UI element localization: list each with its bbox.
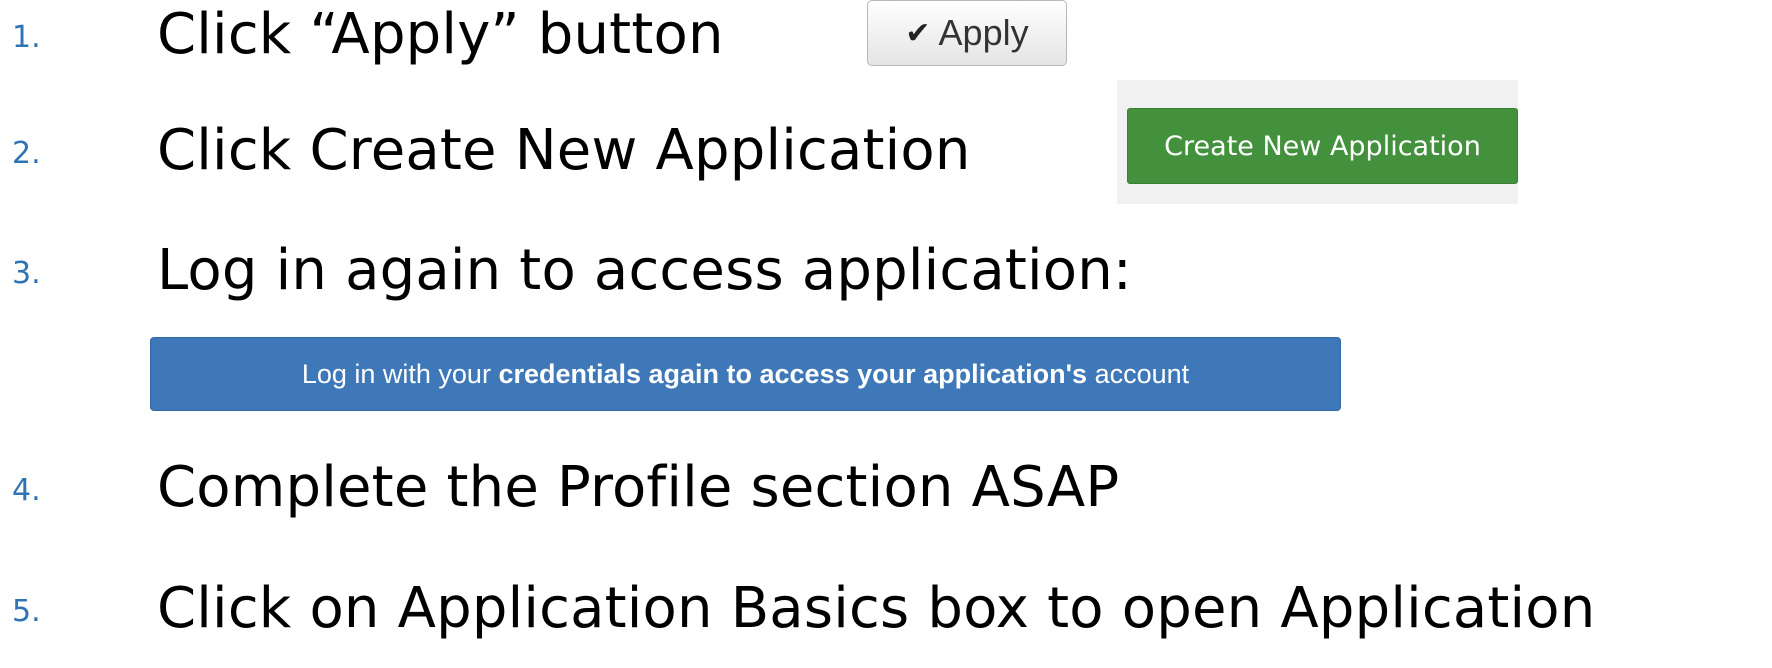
login-banner-text-3: account [1087, 358, 1190, 389]
create-new-application-button[interactable]: Create New Application [1127, 108, 1518, 184]
step-number: 3. [12, 256, 41, 291]
step-text: Complete the Profile section ASAP [157, 455, 1120, 520]
step-text: Click on Application Basics box to open … [157, 576, 1596, 641]
apply-button-label: Apply [938, 12, 1029, 53]
apply-button[interactable]: ✔ Apply [867, 0, 1067, 66]
check-icon: ✔ [905, 16, 931, 50]
step-3: 3. Log in again to access application: [0, 238, 1772, 318]
login-banner[interactable]: Log in with your credentials again to ac… [150, 337, 1341, 411]
step-number: 1. [12, 20, 41, 55]
step-text: Click “Apply” button [157, 2, 724, 67]
step-5: 5. Click on Application Basics box to op… [0, 576, 1772, 656]
create-new-application-screenshot: Create New Application [1117, 80, 1518, 204]
step-number: 4. [12, 473, 41, 508]
login-banner-text-1: Log in with your [301, 358, 499, 389]
step-4: 4. Complete the Profile section ASAP [0, 455, 1772, 535]
step-number: 2. [12, 136, 41, 171]
step-text: Log in again to access application: [157, 238, 1132, 303]
step-number: 5. [12, 594, 41, 629]
step-text: Click Create New Application [157, 118, 971, 183]
login-banner-text-bold: credentials again to access your applica… [498, 358, 1088, 389]
